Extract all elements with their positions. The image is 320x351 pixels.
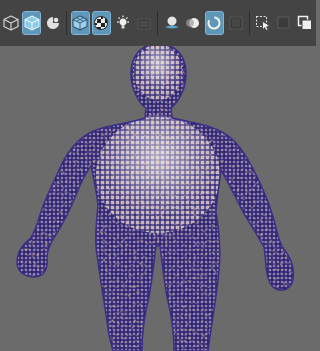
xray-joints-icon[interactable] bbox=[276, 12, 293, 34]
toolbar-separator bbox=[66, 11, 67, 35]
ambient-occlusion-icon[interactable] bbox=[163, 12, 181, 34]
camera-gate-icon[interactable] bbox=[297, 12, 314, 34]
toolbar-separator bbox=[157, 11, 158, 35]
isolate-select-icon[interactable] bbox=[255, 12, 272, 34]
smooth-shade-cube-icon[interactable] bbox=[22, 11, 42, 35]
shadows-icon[interactable] bbox=[135, 12, 152, 34]
xray-checker-icon[interactable] bbox=[91, 11, 112, 35]
motion-blur-icon[interactable] bbox=[185, 12, 202, 34]
wireframe-on-shaded-icon[interactable] bbox=[70, 11, 90, 35]
use-all-lights-icon[interactable] bbox=[114, 12, 131, 34]
3d-viewport[interactable] bbox=[0, 46, 316, 351]
default-material-icon[interactable] bbox=[44, 12, 61, 34]
toolbar-separator bbox=[249, 11, 250, 35]
character-mesh bbox=[16, 46, 295, 351]
depth-of-field-icon[interactable] bbox=[227, 12, 244, 34]
wireframe-cube-icon[interactable] bbox=[2, 12, 19, 34]
anti-aliasing-icon[interactable] bbox=[204, 11, 224, 35]
viewport-toolbar bbox=[0, 0, 316, 46]
